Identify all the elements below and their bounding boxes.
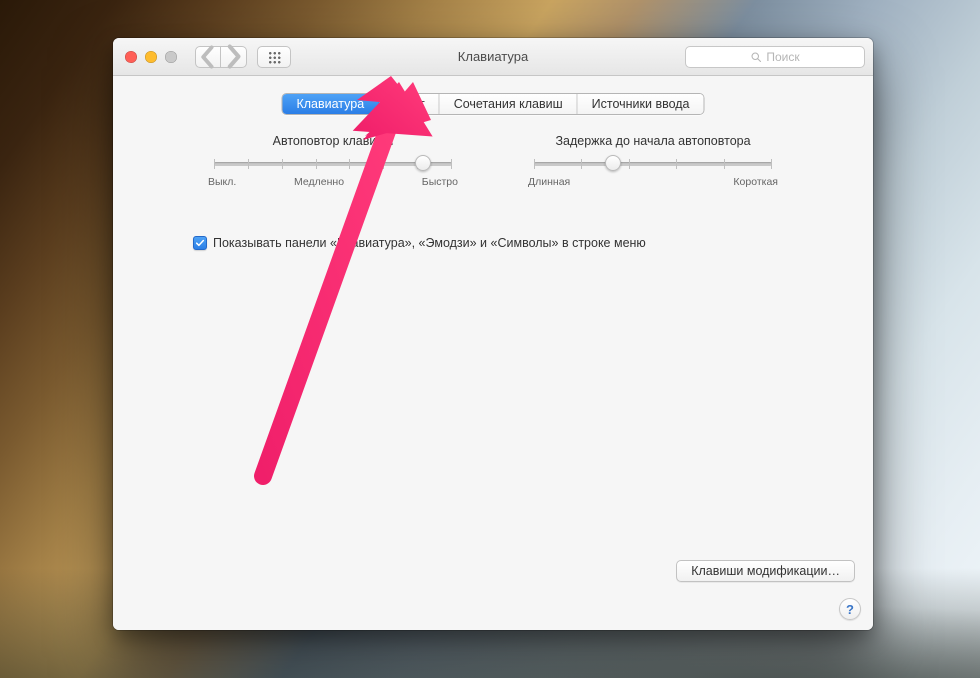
key-repeat-min: Выкл. (208, 176, 236, 188)
help-icon: ? (846, 602, 854, 617)
checkmark-icon (195, 238, 205, 248)
key-repeat-label: Автоповтор клавиши (208, 134, 458, 148)
key-repeat-max: Быстро (422, 176, 458, 188)
preferences-window: Клавиатура Поиск Клавиатура Текст Сочета… (113, 38, 873, 630)
search-field[interactable]: Поиск (685, 46, 865, 68)
show-panels-checkbox[interactable] (193, 236, 207, 250)
search-placeholder: Поиск (766, 50, 799, 64)
back-button[interactable] (195, 46, 221, 68)
show-panels-label: Показывать панели «Клавиатура», «Эмодзи»… (213, 236, 646, 250)
tab-shortcuts[interactable]: Сочетания клавиш (440, 94, 578, 114)
close-button[interactable] (125, 51, 137, 63)
help-button[interactable]: ? (839, 598, 861, 620)
tab-keyboard[interactable]: Клавиатура (282, 94, 379, 114)
show-panels-row: Показывать панели «Клавиатура», «Эмодзи»… (193, 236, 646, 250)
key-repeat-knob[interactable] (415, 155, 431, 171)
nav-buttons (195, 46, 247, 68)
chevron-right-icon (221, 44, 246, 69)
key-repeat-slider[interactable] (214, 162, 452, 166)
delay-min: Длинная (528, 176, 570, 188)
key-repeat-endlabels: Выкл. Медленно Быстро (208, 176, 458, 188)
forward-button[interactable] (221, 46, 247, 68)
delay-slider[interactable] (534, 162, 772, 166)
modifier-keys-button[interactable]: Клавиши модификации… (676, 560, 855, 582)
zoom-button[interactable] (165, 51, 177, 63)
tab-bar: Клавиатура Текст Сочетания клавиш Источн… (281, 93, 704, 115)
chevron-left-icon (196, 45, 220, 69)
sliders-row: Автоповтор клавиши Выкл. Медленно Быстро… (113, 134, 873, 188)
show-all-button[interactable] (257, 46, 291, 68)
tab-text[interactable]: Текст (379, 94, 439, 114)
delay-group: Задержка до начала автоповтора Длинная К… (528, 134, 778, 188)
delay-knob[interactable] (605, 155, 621, 171)
minimize-button[interactable] (145, 51, 157, 63)
key-repeat-mid: Медленно (294, 176, 344, 188)
window-content: Клавиатура Текст Сочетания клавиш Источн… (113, 76, 873, 630)
delay-max: Короткая (733, 176, 778, 188)
window-titlebar: Клавиатура Поиск (113, 38, 873, 76)
key-repeat-group: Автоповтор клавиши Выкл. Медленно Быстро (208, 134, 458, 188)
search-icon (750, 51, 762, 63)
slider-ticks (534, 159, 772, 169)
tab-input-sources[interactable]: Источники ввода (578, 94, 704, 114)
delay-endlabels: Длинная Короткая (528, 176, 778, 188)
grid-icon (267, 50, 281, 64)
delay-label: Задержка до начала автоповтора (528, 134, 778, 148)
traffic-lights (125, 51, 177, 63)
